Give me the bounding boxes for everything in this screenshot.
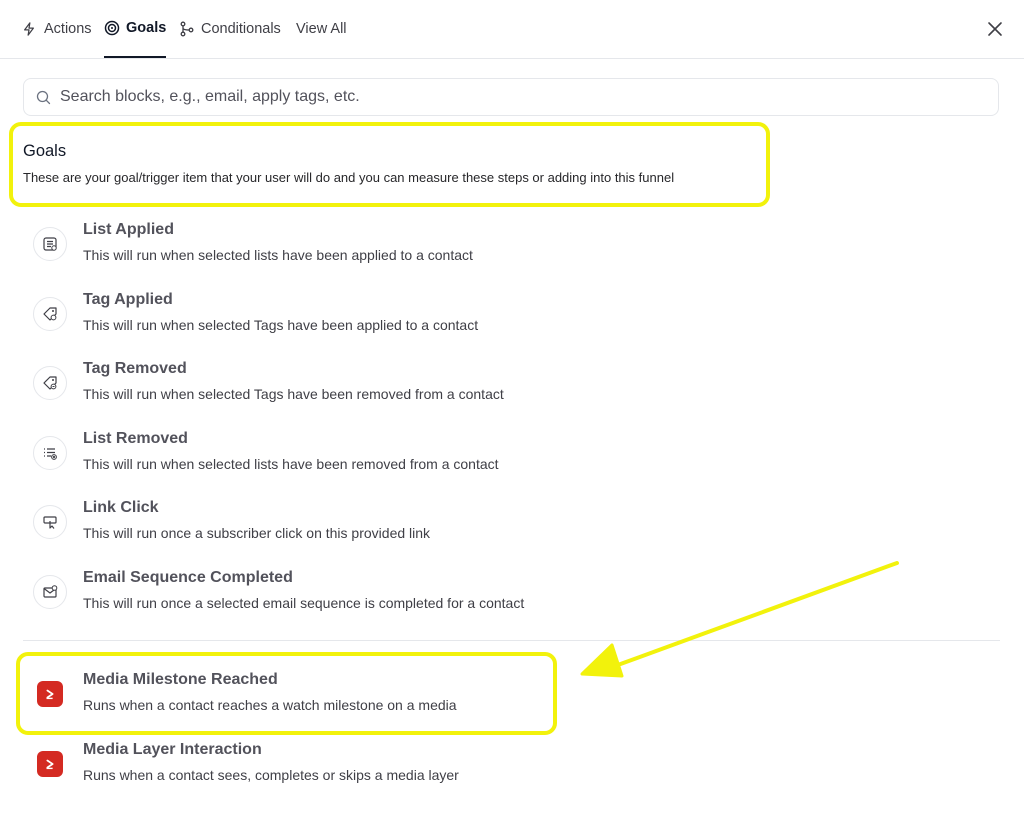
goal-title: Email Sequence Completed (83, 569, 293, 586)
tab-label: Conditionals (201, 21, 281, 37)
search-input[interactable] (60, 79, 980, 115)
goal-item-tag-removed[interactable]: Tag Removed This will run when selected … (23, 360, 983, 418)
tab-bar: Actions Goals Conditionals View All (0, 0, 1024, 59)
goal-item-media-layer-interaction[interactable]: Media Layer Interaction Runs when a cont… (23, 741, 983, 799)
tag-removed-icon (33, 366, 67, 400)
section-title: Goals (23, 142, 67, 160)
goal-description: This will run once a selected email sequ… (83, 595, 525, 611)
list-removed-icon (33, 436, 67, 470)
tab-view-all[interactable]: View All (296, 0, 347, 58)
goal-description: This will run once a subscriber click on… (83, 525, 431, 541)
goal-title: Link Click (83, 499, 159, 516)
goal-item-link-click[interactable]: Link Click This will run once a subscrib… (23, 499, 983, 557)
tab-conditionals[interactable]: Conditionals (179, 0, 281, 58)
branch-icon (179, 21, 195, 37)
goal-item-list-applied[interactable]: List Applied This will run when selected… (23, 221, 983, 279)
link-click-icon (33, 505, 67, 539)
tab-label: Goals (126, 20, 167, 36)
target-icon (104, 20, 120, 36)
goal-description: Runs when a contact reaches a watch mile… (83, 697, 457, 713)
goal-title: List Removed (83, 430, 188, 447)
goal-title: Media Milestone Reached (83, 671, 278, 688)
email-sequence-icon (33, 575, 67, 609)
search-box (23, 78, 999, 116)
tag-applied-icon (33, 297, 67, 331)
section-divider (23, 640, 1000, 641)
goal-description: This will run when selected Tags have be… (83, 386, 504, 402)
tab-label: View All (296, 21, 347, 37)
goal-item-email-sequence-completed[interactable]: Email Sequence Completed This will run o… (23, 569, 983, 627)
list-applied-icon (33, 227, 67, 261)
close-icon[interactable] (984, 18, 1006, 40)
goal-item-list-removed[interactable]: List Removed This will run when selected… (23, 430, 983, 488)
goals-header-highlight (9, 122, 770, 207)
goal-title: List Applied (83, 221, 174, 238)
goal-description: This will run when selected lists have b… (83, 456, 499, 472)
tab-goals[interactable]: Goals (104, 0, 167, 58)
tab-actions[interactable]: Actions (22, 0, 92, 58)
bolt-icon (22, 21, 38, 37)
goal-item-tag-applied[interactable]: Tag Applied This will run when selected … (23, 291, 983, 349)
goal-title: Tag Removed (83, 360, 187, 377)
goal-title: Tag Applied (83, 291, 173, 308)
goal-description: This will run when selected lists have b… (83, 247, 473, 263)
search-icon (36, 90, 51, 105)
goal-description: Runs when a contact sees, completes or s… (83, 767, 459, 783)
tab-label: Actions (44, 21, 92, 37)
goal-title: Media Layer Interaction (83, 741, 262, 758)
media-play-icon (37, 751, 63, 777)
goal-item-media-milestone-reached[interactable]: Media Milestone Reached Runs when a cont… (23, 671, 983, 729)
section-description: These are your goal/trigger item that yo… (23, 170, 675, 185)
goal-description: This will run when selected Tags have be… (83, 317, 479, 333)
media-play-icon (37, 681, 63, 707)
